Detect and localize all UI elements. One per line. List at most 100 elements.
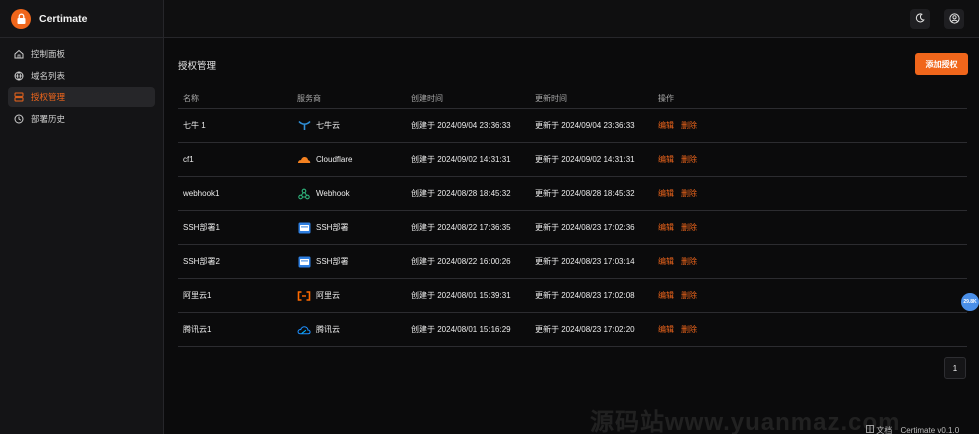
column-header-provider: 服务商	[297, 94, 321, 103]
row-actions: 编辑 删除	[654, 188, 697, 199]
row-actions: 编辑 删除	[654, 120, 697, 131]
floating-badge[interactable]: 29.8K	[961, 293, 979, 311]
sidebar-item-dashboard[interactable]: 控制面板	[8, 44, 155, 64]
delete-link[interactable]: 删除	[681, 154, 697, 165]
provider-label: SSH部署	[316, 257, 349, 266]
provider-label: 腾讯云	[316, 325, 340, 334]
row-updated: 更新于 2024/09/04 23:36:33	[535, 121, 635, 130]
brand[interactable]: Certimate	[0, 0, 163, 38]
edit-link[interactable]: 编辑	[658, 154, 674, 165]
user-menu-button[interactable]	[944, 9, 964, 29]
row-updated: 更新于 2024/08/23 17:02:20	[535, 325, 635, 334]
provider-label: 七牛云	[316, 121, 340, 130]
edit-link[interactable]: 编辑	[658, 188, 674, 199]
history-icon	[14, 114, 24, 124]
user-circle-icon	[948, 12, 960, 26]
webhook-icon	[297, 187, 311, 201]
delete-link[interactable]: 删除	[681, 188, 697, 199]
pagination-page-1[interactable]: 1	[944, 357, 966, 379]
watermark: 源码站www.yuanmaz.com	[590, 409, 901, 434]
lock-logo-icon	[11, 8, 31, 29]
sidebar-item-label: 部署历史	[31, 113, 66, 124]
topbar	[164, 0, 979, 38]
row-created: 创建于 2024/09/02 14:31:31	[411, 155, 511, 164]
access-table: 名称 服务商 创建时间 更新时间 操作 七牛 1 七牛云 创建于 2024/09…	[178, 89, 967, 347]
tencent-cloud-icon	[297, 323, 311, 337]
delete-link[interactable]: 删除	[681, 324, 697, 335]
cloudflare-icon	[297, 153, 311, 167]
column-header-actions: 操作	[658, 94, 674, 103]
row-name: SSH部署2	[183, 257, 220, 266]
row-provider: 七牛云	[293, 119, 407, 133]
row-updated: 更新于 2024/08/23 17:02:36	[535, 223, 635, 232]
column-header-name: 名称	[183, 94, 199, 103]
qiniu-icon	[297, 119, 311, 133]
row-name: SSH部署1	[183, 223, 220, 232]
row-provider: SSH部署	[293, 255, 407, 269]
table-row: 腾讯云1 腾讯云 创建于 2024/08/01 15:16:29 更新于 202…	[178, 313, 967, 347]
table-row: SSH部署1 SSH部署 创建于 2024/08/22 17:36:35 更新于…	[178, 211, 967, 245]
table-header: 名称 服务商 创建时间 更新时间 操作	[178, 89, 967, 109]
delete-link[interactable]: 删除	[681, 256, 697, 267]
column-header-updated: 更新时间	[535, 94, 567, 103]
table-row: 七牛 1 七牛云 创建于 2024/09/04 23:36:33 更新于 202…	[178, 109, 967, 143]
row-created: 创建于 2024/08/22 16:00:26	[411, 257, 511, 266]
sidebar-nav: 控制面板 域名列表 授权管理 部署历史	[0, 38, 163, 136]
row-updated: 更新于 2024/08/28 18:45:32	[535, 189, 635, 198]
delete-link[interactable]: 删除	[681, 120, 697, 131]
row-created: 创建于 2024/08/01 15:16:29	[411, 325, 511, 334]
home-icon	[14, 49, 24, 59]
row-updated: 更新于 2024/08/23 17:03:14	[535, 257, 635, 266]
row-actions: 编辑 删除	[654, 324, 697, 335]
server-icon	[14, 92, 24, 102]
row-updated: 更新于 2024/09/02 14:31:31	[535, 155, 635, 164]
delete-link[interactable]: 删除	[681, 290, 697, 301]
row-actions: 编辑 删除	[654, 256, 697, 267]
docs-link[interactable]: 文档	[876, 426, 892, 434]
globe-icon	[14, 71, 24, 81]
row-created: 创建于 2024/08/22 17:36:35	[411, 223, 511, 232]
sidebar-item-label: 授权管理	[31, 92, 66, 102]
row-name: cf1	[183, 155, 194, 164]
sidebar-item-label: 域名列表	[31, 70, 66, 81]
table-row: SSH部署2 SSH部署 创建于 2024/08/22 16:00:26 更新于…	[178, 245, 967, 279]
row-provider: 阿里云	[293, 289, 407, 303]
provider-label: SSH部署	[316, 223, 349, 232]
row-actions: 编辑 删除	[654, 222, 697, 233]
add-access-button[interactable]: 添加授权	[915, 53, 968, 75]
provider-label: 阿里云	[316, 291, 340, 300]
edit-link[interactable]: 编辑	[658, 256, 674, 267]
theme-toggle-button[interactable]	[910, 9, 930, 29]
row-actions: 编辑 删除	[654, 154, 697, 165]
moon-icon	[915, 13, 925, 25]
edit-link[interactable]: 编辑	[658, 290, 674, 301]
app-name: Certimate	[39, 12, 88, 25]
docs-icon	[866, 425, 876, 434]
footer: 文档 Certimate v0.1.0	[866, 425, 959, 434]
provider-label: Cloudflare	[316, 155, 353, 164]
sidebar-item-domains[interactable]: 域名列表	[8, 66, 155, 86]
delete-link[interactable]: 删除	[681, 222, 697, 233]
provider-label: Webhook	[316, 189, 350, 198]
ssh-icon	[297, 255, 311, 269]
sidebar-item-label: 控制面板	[31, 49, 66, 59]
row-created: 创建于 2024/08/01 15:39:31	[411, 291, 511, 300]
sidebar-item-history[interactable]: 部署历史	[8, 109, 155, 129]
row-name: webhook1	[183, 189, 220, 198]
table-row: webhook1 Webhook 创建于 2024/08/28 18:45:32…	[178, 177, 967, 211]
main-content: 授权管理 添加授权 名称 服务商 创建时间 更新时间 操作 七牛 1 七牛云 创…	[164, 38, 979, 434]
row-updated: 更新于 2024/08/23 17:02:08	[535, 291, 635, 300]
row-name: 七牛 1	[183, 121, 206, 130]
row-name: 阿里云1	[183, 291, 212, 300]
edit-link[interactable]: 编辑	[658, 222, 674, 233]
table-row: 阿里云1 阿里云 创建于 2024/08/01 15:39:31 更新于 202…	[178, 279, 967, 313]
edit-link[interactable]: 编辑	[658, 120, 674, 131]
row-created: 创建于 2024/08/28 18:45:32	[411, 189, 511, 198]
row-provider: 腾讯云	[293, 323, 407, 337]
sidebar: Certimate 控制面板 域名列表 授权管理 部署历史	[0, 0, 164, 434]
version-label: Certimate v0.1.0	[900, 426, 960, 434]
sidebar-item-access[interactable]: 授权管理	[8, 87, 155, 107]
table-row: cf1 Cloudflare 创建于 2024/09/02 14:31:31 更…	[178, 143, 967, 177]
edit-link[interactable]: 编辑	[658, 324, 674, 335]
row-actions: 编辑 删除	[654, 290, 697, 301]
